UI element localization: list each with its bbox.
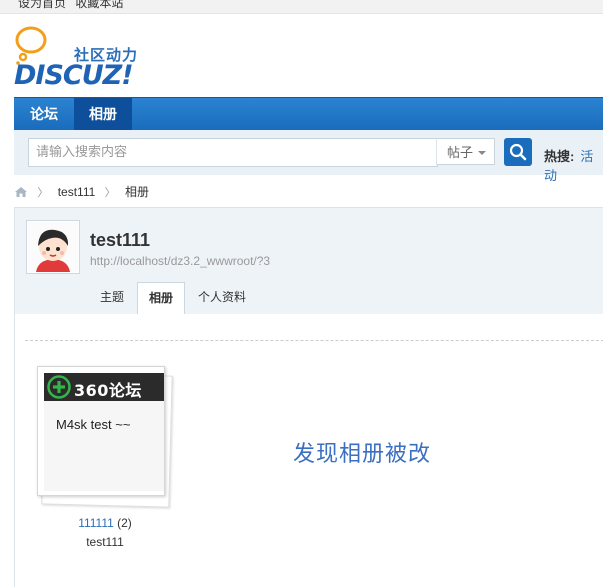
breadcrumb: 〉 test111 〉 相册 (14, 183, 149, 199)
top-toolbar: 设为首页 收藏本站 (0, 0, 603, 14)
hot-search: 热搜: 活动 (544, 146, 603, 184)
search-input[interactable] (29, 139, 431, 164)
main-nav: 论坛 相册 (14, 97, 603, 130)
profile-header: test111 http://localhost/dz3.2_wwwroot/?… (14, 207, 603, 315)
logo-wordmark: DISCUZ! (14, 60, 134, 91)
set-homepage-link[interactable]: 设为首页 (18, 0, 66, 10)
profile-username: test111 (90, 230, 151, 250)
album-content: 360论坛 M4sk test ~~ 111111 (2) test111 发现… (14, 314, 603, 587)
album-owner[interactable]: test111 (37, 535, 173, 549)
breadcrumb-user[interactable]: test111 (58, 185, 96, 199)
album-photo-count: (2) (117, 516, 132, 530)
search-scope-select[interactable]: 帖子 (436, 138, 495, 165)
breadcrumb-album: 相册 (124, 185, 149, 199)
bookmark-site-link[interactable]: 收藏本站 (75, 0, 123, 10)
album-cover[interactable]: 360论坛 M4sk test ~~ (37, 366, 173, 508)
site-logo[interactable]: 社区动力 DISCUZ! (14, 24, 154, 92)
album-title-link[interactable]: 111111 (78, 516, 114, 530)
search-icon (509, 143, 527, 161)
notice-text: 发现相册被改 (293, 441, 432, 466)
cover-brand-text: 360论坛 (74, 381, 142, 400)
chevron-right-icon: 〉 (104, 187, 116, 199)
nav-item-forum[interactable]: 论坛 (14, 98, 74, 130)
profile-url[interactable]: http://localhost/dz3.2_wwwroot/?3 (90, 254, 270, 268)
search-bar: 帖子 热搜:活动 (14, 130, 603, 183)
album-photo-inner: 360论坛 M4sk test ~~ (44, 373, 164, 491)
cover-caption: M4sk test ~~ (56, 417, 131, 432)
chevron-right-icon: 〉 (37, 187, 49, 199)
divider (25, 340, 603, 341)
home-icon[interactable] (14, 186, 28, 201)
album-photo: 360论坛 M4sk test ~~ (37, 366, 165, 496)
tab-album[interactable]: 相册 (137, 282, 185, 315)
search-scope-value: 帖子 (447, 145, 474, 160)
caret-down-icon (478, 151, 486, 155)
search-box (28, 138, 438, 167)
nav-item-album[interactable]: 相册 (74, 98, 132, 130)
cover-banner: 360论坛 (44, 373, 164, 401)
tab-profile-info[interactable]: 个人资料 (192, 282, 252, 313)
album-info: 111111 (2) test111 (37, 516, 173, 549)
plus-circle-icon (47, 375, 71, 399)
avatar[interactable] (26, 220, 80, 274)
search-button[interactable] (504, 138, 532, 166)
hot-search-label: 热搜: (544, 149, 575, 164)
tab-threads[interactable]: 主题 (88, 282, 136, 313)
